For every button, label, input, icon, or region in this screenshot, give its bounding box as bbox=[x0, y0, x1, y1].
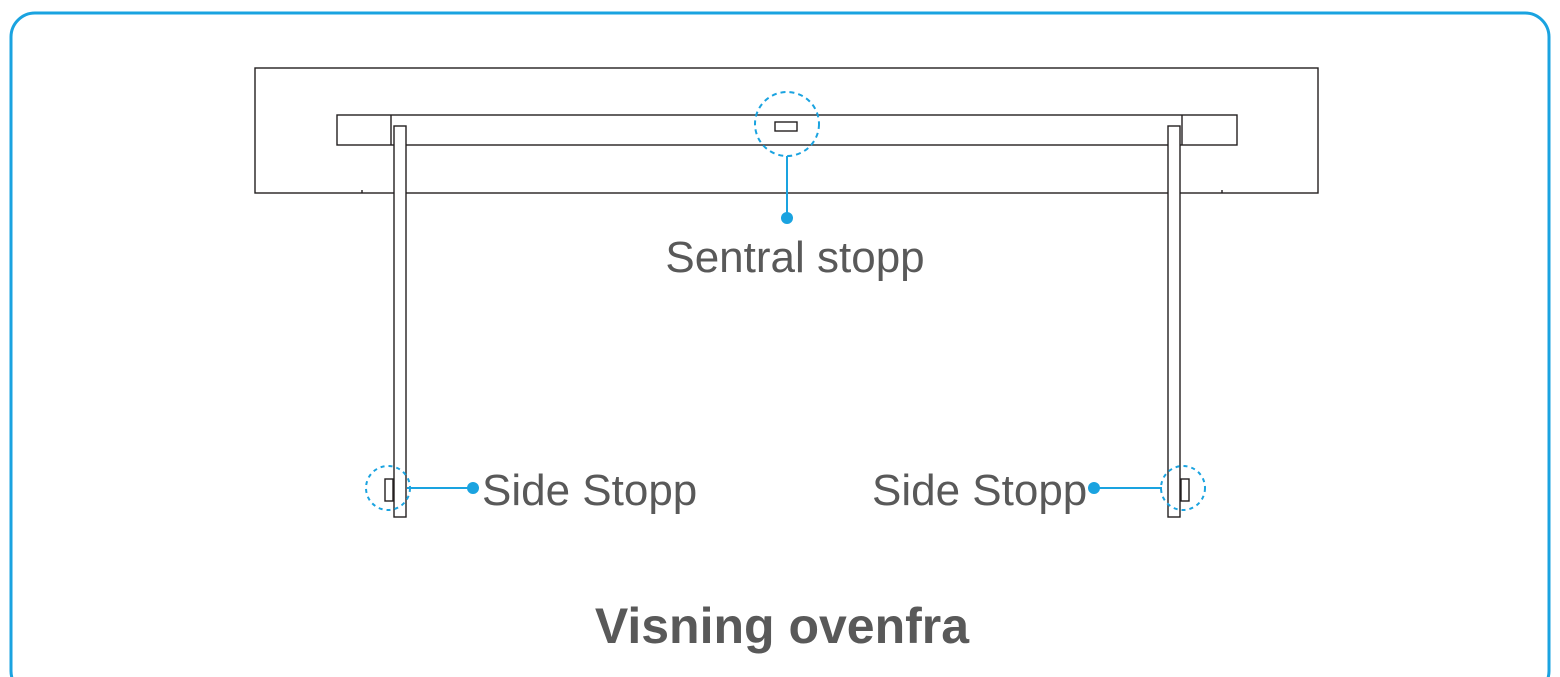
right-side-stop-label: Side Stopp bbox=[872, 466, 1087, 515]
left-side-stop-callout-dot bbox=[467, 482, 479, 494]
left-side-stop bbox=[384, 478, 394, 502]
left-door-panel bbox=[393, 125, 407, 518]
top-view-diagram: Sentral stopp Side Stopp Side Stopp Visn… bbox=[9, 11, 1551, 677]
central-stop-callout-dot bbox=[781, 212, 793, 224]
central-stop bbox=[774, 121, 798, 132]
diagram-caption: Visning ovenfra bbox=[595, 598, 970, 654]
central-stop-label: Sentral stopp bbox=[665, 233, 924, 282]
right-side-stop-callout-dot bbox=[1088, 482, 1100, 494]
left-side-stop-label: Side Stopp bbox=[482, 466, 697, 515]
right-side-stop bbox=[1180, 478, 1190, 502]
right-door-panel bbox=[1167, 125, 1181, 518]
